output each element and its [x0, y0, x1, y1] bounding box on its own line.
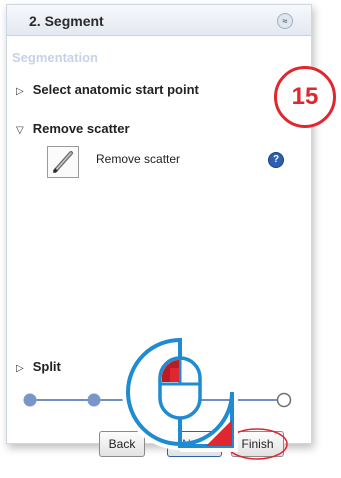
collapse-icon[interactable]: ≈ [277, 13, 293, 29]
tool-label: Remove scatter [96, 152, 181, 166]
panel-header[interactable]: 2. Segment ≈ [7, 5, 311, 36]
expand-triangle-icon: ▷ [16, 86, 24, 97]
pen-icon [53, 151, 73, 173]
progress-step-5 [276, 392, 292, 408]
step-select-start-point[interactable]: ▷ Select anatomic start point [16, 82, 199, 97]
progress-step-1 [23, 393, 37, 407]
step-number-badge: 15 [274, 66, 336, 128]
expand-triangle-icon: ▷ [16, 363, 24, 374]
mouse-click-badge [122, 334, 238, 452]
step-label: Split [32, 359, 61, 374]
help-icon[interactable]: ? [268, 152, 284, 168]
step-label: Select anatomic start point [32, 82, 199, 97]
section-label: Segmentation [12, 50, 98, 65]
step-split[interactable]: ▷ Split [16, 359, 61, 374]
collapse-triangle-icon: ▽ [16, 125, 24, 136]
step-remove-scatter[interactable]: ▽ Remove scatter [16, 121, 130, 136]
progress-step-2 [87, 393, 101, 407]
step-label: Remove scatter [32, 121, 130, 136]
mouse-icon [158, 356, 202, 420]
panel-title: 2. Segment [29, 13, 104, 29]
pen-tool-button[interactable] [47, 146, 79, 178]
